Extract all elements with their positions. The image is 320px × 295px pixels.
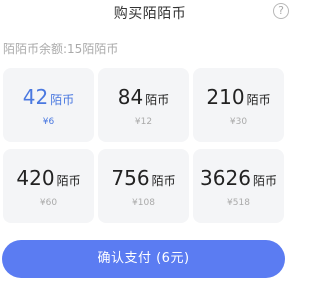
- package-card-210[interactable]: 210 陌币 ¥30: [193, 68, 284, 142]
- package-amount: 3626: [200, 166, 251, 190]
- header: 购买陌陌币 ?: [0, 0, 300, 24]
- page-title: 购买陌陌币: [113, 6, 187, 22]
- package-price: ¥518: [227, 198, 250, 208]
- package-price: ¥12: [134, 117, 153, 127]
- package-unit: 陌币: [151, 174, 176, 188]
- package-amount: 756: [111, 166, 150, 190]
- package-unit: 陌币: [145, 93, 170, 107]
- package-price: ¥6: [42, 117, 55, 127]
- package-card-420[interactable]: 420 陌币 ¥60: [3, 149, 94, 223]
- package-card-756[interactable]: 756 陌币 ¥108: [98, 149, 189, 223]
- package-card-3626[interactable]: 3626 陌币 ¥518: [193, 149, 284, 223]
- package-price: ¥108: [132, 198, 155, 208]
- package-price: ¥30: [229, 117, 248, 127]
- package-amount: 84: [117, 85, 144, 109]
- package-amount: 210: [206, 85, 245, 109]
- package-unit: 陌币: [252, 174, 277, 188]
- package-price: ¥60: [39, 198, 58, 208]
- confirm-pay-button[interactable]: 确认支付 (6元): [2, 240, 285, 278]
- balance-text: 陌陌币余额:15陌陌币: [3, 42, 119, 56]
- package-amount: 420: [16, 166, 55, 190]
- package-unit: 陌币: [50, 93, 75, 107]
- package-amount: 42: [22, 85, 49, 109]
- package-unit: 陌币: [56, 174, 81, 188]
- package-unit: 陌币: [246, 93, 271, 107]
- help-icon[interactable]: ?: [273, 3, 289, 19]
- package-card-42[interactable]: 42 陌币 ¥6: [3, 68, 94, 142]
- package-card-84[interactable]: 84 陌币 ¥12: [98, 68, 189, 142]
